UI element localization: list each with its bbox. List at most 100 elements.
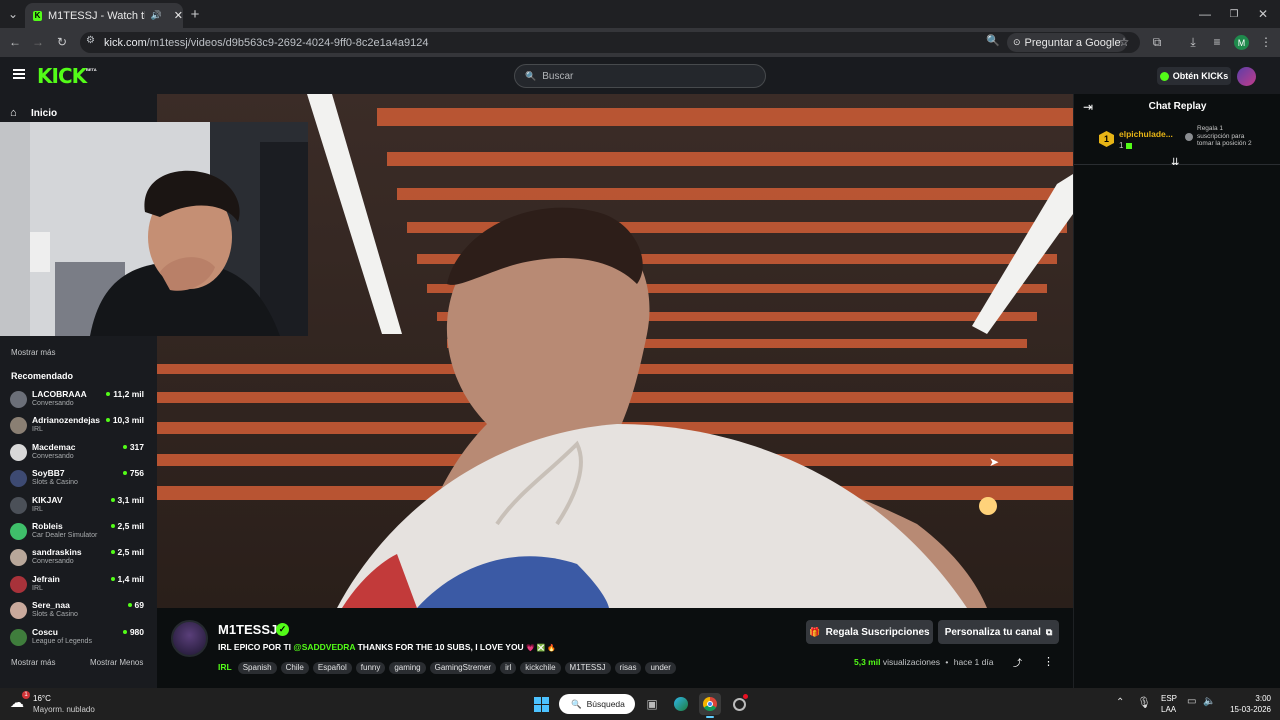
- customize-channel-button[interactable]: Personaliza tu canal ⧉: [938, 620, 1059, 644]
- stream-tag[interactable]: Español: [312, 662, 352, 674]
- sidebar-channel[interactable]: Coscu League of Legends 980: [10, 626, 148, 651]
- input-language[interactable]: ESP: [1161, 694, 1177, 703]
- reload-icon[interactable]: ↻: [53, 33, 71, 51]
- microphone-icon[interactable]: 🎙: [1137, 696, 1151, 709]
- stream-tag[interactable]: Chile: [280, 662, 309, 674]
- restore-icon[interactable]: ❐: [1225, 5, 1243, 23]
- get-kicks-button[interactable]: Obtén KICKs: [1157, 67, 1231, 85]
- network-icon[interactable]: ▭: [1187, 696, 1196, 707]
- taskbar-search-icon: 🔍: [571, 698, 582, 709]
- channel-avatar: [10, 628, 27, 646]
- stream-tag[interactable]: risas: [614, 662, 642, 674]
- sidebar-channel[interactable]: Adrianozendejas IRL 10,3 mil: [10, 414, 148, 439]
- gifter-name[interactable]: elpichulade...: [1119, 129, 1173, 139]
- sidebar-channel[interactable]: Robleis Car Dealer Simulator 2,5 mil: [10, 520, 148, 545]
- user-avatar[interactable]: [1237, 67, 1256, 86]
- extensions-icon[interactable]: ⧉: [1148, 33, 1166, 51]
- search-input[interactable]: 🔍 Buscar: [514, 64, 766, 88]
- stream-tag[interactable]: irl: [500, 662, 517, 674]
- beta-badge: BETA: [86, 67, 97, 72]
- show-more-following[interactable]: Mostrar más: [11, 348, 55, 357]
- media-control-icon[interactable]: ≡: [1208, 33, 1226, 51]
- window-close-icon[interactable]: ✕: [1254, 5, 1272, 23]
- stream-tag[interactable]: gaming: [389, 662, 426, 674]
- edge-icon[interactable]: [670, 693, 692, 715]
- new-tab-icon[interactable]: +: [186, 5, 204, 23]
- clock-time[interactable]: 3:00: [1225, 694, 1271, 703]
- gift-prompt[interactable]: Regala 1 suscripción para tomar la posic…: [1197, 125, 1255, 148]
- viewer-count-value: 2,5 mil: [117, 547, 144, 558]
- meta-separator: •: [945, 657, 949, 667]
- share-icon[interactable]: ⤴: [1013, 656, 1022, 669]
- address-bar[interactable]: ⚙ kick.com/m1tessj/videos/d9b563c9-2692-…: [80, 32, 1140, 53]
- stream-tag[interactable]: funny: [355, 662, 386, 674]
- channel-category: League of Legends: [32, 637, 92, 645]
- gifter-count: 1: [1119, 141, 1133, 150]
- sidebar-channel[interactable]: KIKJAV IRL 3,1 mil: [10, 494, 148, 519]
- show-more-button[interactable]: Mostrar más: [11, 658, 55, 667]
- sidebar-channel[interactable]: Sere_naa Slots & Casino 69: [10, 599, 148, 624]
- sidebar-channel[interactable]: SoyBB7 Slots & Casino 756: [10, 467, 148, 492]
- profile-avatar[interactable]: M: [1234, 35, 1249, 50]
- clock-date[interactable]: 15-03-2026: [1220, 705, 1271, 714]
- title-mention[interactable]: @SADDVEDRA: [293, 642, 355, 652]
- sidebar-channel[interactable]: Jefrain IRL 1,4 mil: [10, 573, 148, 598]
- expand-leaderboard-icon[interactable]: ⇊: [1171, 157, 1179, 168]
- back-icon[interactable]: ←: [6, 33, 24, 51]
- category-link[interactable]: IRL: [218, 662, 232, 672]
- viewer-count-value: 69: [134, 600, 144, 611]
- sidebar-channel[interactable]: sandraskins Conversando 2,5 mil: [10, 546, 148, 571]
- taskbar-search[interactable]: 🔍 Búsqueda: [559, 694, 635, 714]
- forward-icon[interactable]: →: [29, 33, 47, 51]
- kick-logo[interactable]: KICK: [37, 64, 87, 88]
- show-less-button[interactable]: Mostrar Menos: [90, 658, 143, 667]
- viewer-count: 1,4 mil: [110, 574, 144, 584]
- site-info-icon[interactable]: ⚙: [86, 35, 95, 46]
- tab-title: M1TESSJ - Watch the VOD: [47, 9, 145, 22]
- stream-tag[interactable]: Spanish: [237, 662, 277, 674]
- input-language-sub[interactable]: LAA: [1161, 705, 1176, 714]
- task-view-icon[interactable]: ▣: [641, 693, 663, 715]
- minimize-icon[interactable]: —: [1196, 5, 1214, 23]
- sidebar-channel[interactable]: LACOBRAAA Conversando 11,2 mil: [10, 388, 148, 413]
- tag-row: IRL Spanish Chile Español funny gaming GamingS…: [218, 657, 680, 675]
- channel-avatar[interactable]: [171, 620, 208, 657]
- audio-icon[interactable]: 🔊: [151, 10, 162, 21]
- zoom-icon[interactable]: 🔍: [986, 34, 1000, 47]
- url-path: /m1tessj/videos/d9b563c9-2692-4024-9ff0-…: [146, 36, 429, 49]
- browser-tab[interactable]: K M1TESSJ - Watch the VOD 🔊 ✕: [25, 3, 183, 28]
- stream-tag[interactable]: GamingStremer: [429, 662, 497, 674]
- viewer-count: 11,2 mil: [106, 389, 144, 399]
- hamburger-menu-icon[interactable]: [13, 69, 25, 79]
- chat-title: Chat Replay: [1148, 101, 1207, 112]
- channel-name: Sere_naa: [32, 600, 70, 611]
- gift-subs-button[interactable]: 🎁 Regala Suscripciones: [806, 620, 933, 644]
- channel-name[interactable]: M1TESSJ: [218, 622, 277, 637]
- tray-chevron-icon[interactable]: ⌃: [1116, 697, 1124, 708]
- temperature[interactable]: 16°C: [33, 694, 51, 703]
- stream-tag[interactable]: kickchile: [520, 662, 561, 674]
- more-options-icon[interactable]: ⋮: [1043, 655, 1054, 668]
- tab-close-icon[interactable]: ✕: [174, 9, 183, 22]
- sidebar-channel[interactable]: Macdemac Conversando 317: [10, 441, 148, 466]
- viewer-count-value: 10,3 mil: [112, 415, 144, 426]
- viewer-count-value: 11,2 mil: [113, 389, 144, 399]
- stream-tag[interactable]: under: [645, 662, 676, 674]
- chrome-icon[interactable]: [699, 693, 721, 715]
- taskbar-search-label: Búsqueda: [586, 699, 625, 709]
- start-windows-icon[interactable]: [530, 693, 552, 715]
- channel-name: KIKJAV: [32, 494, 63, 505]
- home-icon[interactable]: ⌂: [10, 107, 17, 119]
- title-prefix: IRL EPICO POR TI: [218, 642, 292, 652]
- live-dot-icon: [122, 629, 127, 634]
- bookmark-star-icon[interactable]: ☆: [1115, 33, 1133, 51]
- stream-tag[interactable]: M1TESSJ: [564, 662, 611, 674]
- browser-menu-icon[interactable]: ⋮: [1257, 33, 1275, 51]
- weather-text[interactable]: Mayorm. nublado: [33, 705, 95, 714]
- ask-google-button[interactable]: ⊙ Preguntar a Google: [1007, 33, 1127, 52]
- gift-box-icon: [1126, 142, 1133, 149]
- sidebar-item-home[interactable]: Inicio: [31, 108, 57, 119]
- download-icon[interactable]: ⤓: [1184, 33, 1202, 51]
- volume-icon[interactable]: 🔈: [1203, 696, 1215, 707]
- tab-search-icon[interactable]: ⌄: [4, 5, 22, 23]
